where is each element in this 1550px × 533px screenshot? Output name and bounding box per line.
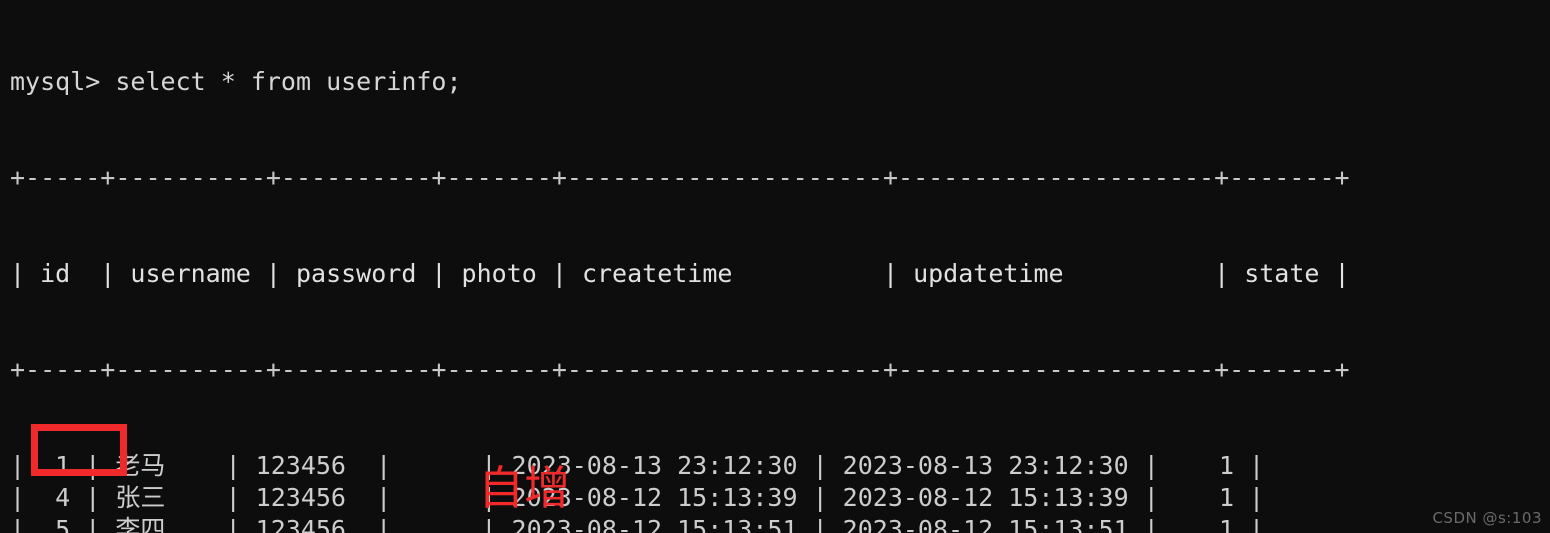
table-row: | 1 | 老马 | 123456 | | 2023-08-13 23:12:3… [10, 451, 1265, 480]
csdn-watermark: CSDN @s:103 [1432, 509, 1542, 527]
table-header-row: | id | username | password | photo | cre… [10, 259, 1350, 288]
terminal-output: mysql> select * from userinfo; +-----+--… [10, 2, 1350, 533]
table-body: | 1 | 老马 | 123456 | | 2023-08-13 23:12:3… [10, 450, 1350, 533]
table-row: | 4 | 张三 | 123456 | | 2023-08-12 15:13:3… [10, 483, 1265, 512]
auto-increment-annotation: 自增 [478, 461, 570, 515]
table-row: | 5 | 李四 | 123456 | | 2023-08-12 15:13:5… [10, 515, 1265, 533]
terminal-window: mysql> select * from userinfo; +-----+--… [0, 0, 1550, 533]
table-header-divider: +-----+----------+----------+-------+---… [10, 355, 1350, 384]
table-top-border: +-----+----------+----------+-------+---… [10, 163, 1350, 192]
mysql-prompt-line: mysql> select * from userinfo; [10, 67, 462, 96]
